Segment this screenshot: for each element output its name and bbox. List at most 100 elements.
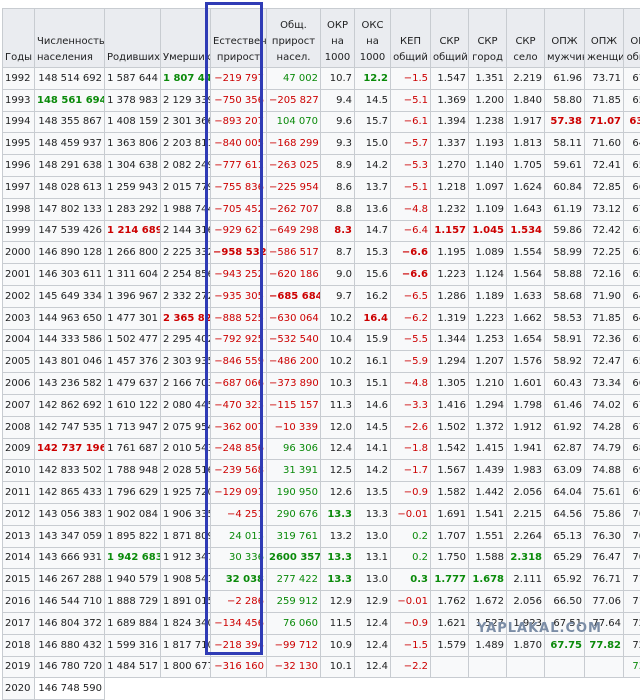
table-cell: 67.98 [624,68,640,90]
table-cell: 13.0 [355,525,391,547]
table-cell: 1 502 477 [105,329,161,351]
table-cell: 62.87 [545,438,585,460]
column-header[interactable]: Родившихся [105,9,161,68]
table-cell: 1.762 [431,591,469,613]
table-cell: −958 532 [211,242,267,264]
table-cell: −893 207 [211,111,267,133]
table-cell: 2.215 [507,503,545,525]
table-cell: −218 394 [211,634,267,656]
table-cell: 2 254 856 [161,264,211,286]
table-cell: −5.1 [391,176,431,198]
table-cell: 1 599 316 [105,634,161,656]
table-cell: −362 007 [211,416,267,438]
table-cell: 0.2 [391,547,431,569]
year-cell: 2002 [3,285,35,307]
column-header[interactable]: ОКСна1000 [355,9,391,68]
table-cell: 1.678 [469,569,507,591]
column-header-line: женщин [587,50,621,66]
table-row: 2008142 747 5351 713 9472 075 954−362 00… [3,416,640,438]
table-cell: 61.96 [545,68,585,90]
table-cell: −263 025 [267,155,321,177]
column-header-line: прирост [269,34,318,50]
table-cell: 61.92 [545,416,585,438]
column-header[interactable]: КЕПобщий [391,9,431,68]
column-header[interactable]: Годы [3,9,35,68]
table-cell: −1.7 [391,460,431,482]
column-header[interactable]: ОПЖобщая [624,9,640,68]
table-cell: 1 266 800 [105,242,161,264]
table-cell: 1.554 [507,242,545,264]
table-cell: 2 082 249 [161,155,211,177]
table-cell: 1.777 [431,569,469,591]
column-header[interactable]: ОПЖмужчин [545,9,585,68]
table-cell: 72.70 [624,612,640,634]
table-cell: 13.1 [355,547,391,569]
table-cell: 16.1 [355,351,391,373]
column-header-line: Естествен [213,34,264,50]
table-cell [469,678,507,700]
table-cell: −205 827 [267,89,321,111]
column-header[interactable]: СКРобщий [431,9,469,68]
table-cell: 9.7 [321,285,355,307]
table-cell: 1 484 517 [105,656,161,678]
table-cell: 142 865 433 [35,482,105,504]
table-cell: 71.85 [585,89,624,111]
table-cell: 12.4 [321,438,355,460]
column-header-line: ОКС [357,18,388,34]
table-cell: 68.78 [624,438,640,460]
table-cell: 147 802 133 [35,198,105,220]
column-header[interactable]: ОКРна1000 [321,9,355,68]
table-cell: 1.633 [507,285,545,307]
table-cell: 67.75 [545,634,585,656]
table-cell: −630 064 [267,307,321,329]
column-header-line: населения [37,50,102,66]
table-cell: 1.983 [507,460,545,482]
table-cell: 1.502 [431,416,469,438]
table-cell: 9.0 [321,264,355,286]
table-cell: 0.2 [391,525,431,547]
table-cell: 10.7 [321,68,355,90]
table-cell: 1 891 015 [161,591,211,613]
table-cell: 1.416 [431,394,469,416]
table-cell: 65.29 [545,547,585,569]
table-cell: 13.3 [355,503,391,525]
table-cell: 1.223 [469,307,507,329]
table-cell: 1.337 [431,133,469,155]
table-cell: 146 303 611 [35,264,105,286]
table-cell: 65.92 [545,569,585,591]
column-header[interactable]: Умерших [161,9,211,68]
year-cell: 2014 [3,547,35,569]
table-cell: 74.02 [585,394,624,416]
table-cell: 1.286 [431,285,469,307]
table-cell: 76 060 [267,612,321,634]
table-cell: 1.912 [507,416,545,438]
column-header[interactable]: СКРгород [469,9,507,68]
table-cell: 71.85 [585,307,624,329]
table-cell: 1 761 687 [105,438,161,460]
table-cell: 1 888 729 [105,591,161,613]
table-cell: 73.12 [585,198,624,220]
table-cell: 1 311 604 [105,264,161,286]
column-header[interactable]: СКРсело [507,9,545,68]
table-cell: −1.5 [391,68,431,90]
table-cell: 66.69 [624,373,640,395]
table-cell: 1 902 084 [105,503,161,525]
table-cell: 1.798 [507,394,545,416]
column-header[interactable]: Численностьнаселения [35,9,105,68]
table-row: 2001146 303 6111 311 6042 254 856−943 25… [3,264,640,286]
table-cell: 65.38 [624,242,640,264]
table-cell: 1.579 [431,634,469,656]
year-cell: 1999 [3,220,35,242]
column-header-line: 1000 [323,50,352,66]
table-cell: 58.92 [545,351,585,373]
table-cell: 2 365 826 [161,307,211,329]
column-header[interactable]: ОПЖженщин [585,9,624,68]
table-cell: 2.056 [507,482,545,504]
year-cell: 2012 [3,503,35,525]
table-cell: 71.90 [585,285,624,307]
table-cell: 2 129 339 [161,89,211,111]
column-header[interactable]: Естественприрост [211,9,267,68]
column-header[interactable]: Общ.приростнасел. [267,9,321,68]
table-cell: 1.662 [507,307,545,329]
table-cell: 10.9 [321,634,355,656]
